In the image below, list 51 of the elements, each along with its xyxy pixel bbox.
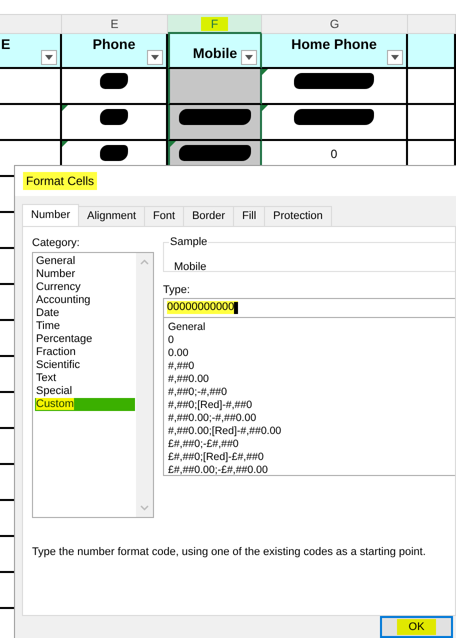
header-cell: Phone (62, 34, 168, 69)
filter-button[interactable] (387, 50, 403, 65)
ok-button[interactable]: OK (380, 616, 453, 638)
category-item[interactable]: Text (35, 372, 135, 384)
category-list[interactable]: General Number Currency Accounting Date Time Percentage Fraction Scientific Text Special Custom (32, 252, 154, 518)
format-code-item[interactable]: £#,##0;-£#,##0 (168, 438, 455, 450)
category-item[interactable]: General (35, 254, 135, 268)
description-text: Type the number format code, using one of the existing codes as a starting point. (32, 546, 427, 558)
category-item[interactable]: Percentage (35, 332, 135, 346)
header-cell: Mobile (168, 34, 262, 69)
format-code-list[interactable]: General 0 0.00 #,##0 #,##0.00 #,##0;-#,##0 #,##0;[Red]-#,##0 #,##0.00;-#,##0.00 #,##0.00;[Red]-#,##0.00 £#,##0;-£#,##0 £#,##0;[Red]-£#,##0 £#,##0.00;-£#,##0.00 (163, 318, 455, 476)
caret-icon (391, 55, 399, 60)
category-item[interactable]: Accounting (35, 294, 135, 306)
filter-button[interactable] (241, 50, 257, 65)
category-item[interactable]: Date (35, 306, 135, 320)
format-code-item[interactable]: £#,##0.00;-£#,##0.00 (168, 464, 455, 476)
format-code-item[interactable]: 0.00 (168, 346, 455, 360)
format-code-item[interactable]: #,##0;-#,##0 (168, 386, 455, 398)
caret-icon (245, 55, 253, 60)
tab[interactable]: Protection (264, 206, 332, 226)
column-header[interactable]: F (168, 15, 262, 34)
format-code-item[interactable]: #,##0.00 (168, 372, 455, 386)
category-item[interactable]: Currency (35, 280, 135, 294)
category-item[interactable]: Scientific (35, 358, 135, 372)
category-item[interactable]: Custom (35, 398, 135, 410)
format-code-item[interactable]: #,##0.00;[Red]-#,##0.00 (168, 424, 455, 438)
format-code-item[interactable]: £#,##0;[Red]-£#,##0 (168, 450, 455, 464)
filter-button[interactable] (41, 50, 57, 65)
header-cell: E (0, 34, 62, 69)
type-label: Type: (163, 284, 191, 296)
column-header[interactable]: E (62, 15, 168, 34)
format-code-item[interactable]: #,##0.00;-#,##0.00 (168, 412, 455, 424)
format-code-item[interactable]: #,##0 (168, 360, 455, 372)
category-item[interactable]: Number (35, 268, 135, 280)
format-code-item[interactable]: #,##0;[Red]-#,##0 (168, 398, 455, 412)
dialog-title: Format Cells (23, 172, 98, 190)
caret-icon (45, 55, 53, 60)
type-input-field[interactable]: 00000000000 (163, 298, 455, 318)
category-item[interactable]: Time (35, 320, 135, 332)
format-code-item[interactable]: 0 (168, 334, 455, 346)
tab[interactable]: Number (22, 204, 80, 226)
filter-button[interactable] (147, 50, 163, 65)
header-cell: Home Phone (262, 34, 408, 69)
category-item[interactable]: Fraction (35, 346, 135, 358)
category-label: Category: (32, 236, 81, 248)
caret-icon (151, 55, 159, 60)
column-header[interactable]: G (262, 15, 408, 34)
category-item[interactable]: Special (35, 384, 135, 398)
sample-label: Sample (169, 236, 208, 248)
sample-value: Mobile (174, 260, 206, 272)
format-code-item[interactable]: General (168, 320, 455, 334)
